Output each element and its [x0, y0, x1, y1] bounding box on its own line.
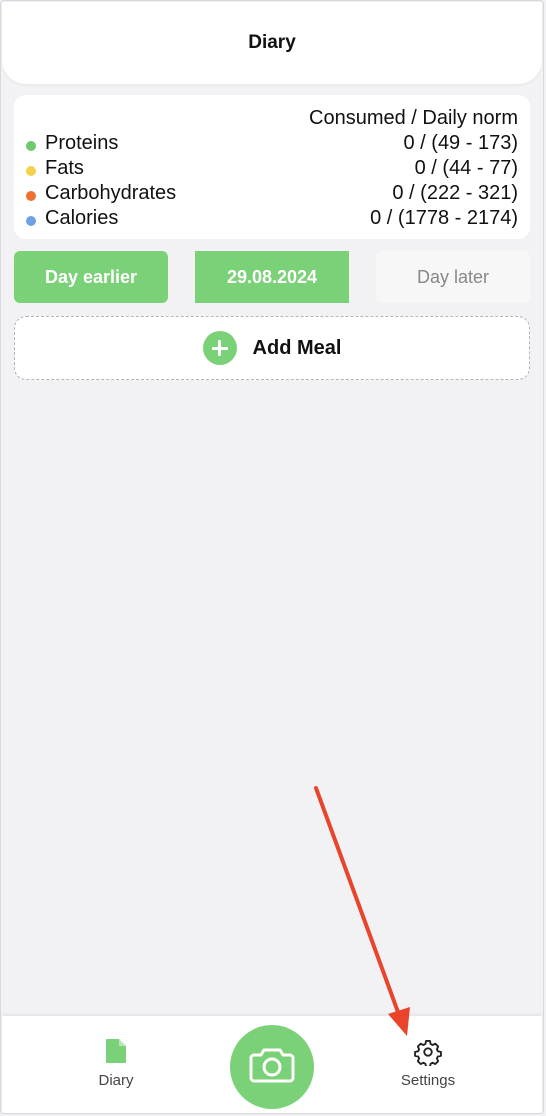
summary-column-header: Consumed / Daily norm [309, 107, 518, 129]
nutrient-label: Proteins [45, 132, 119, 154]
plus-circle-icon [202, 331, 237, 365]
nutrient-label: Carbohydrates [45, 182, 177, 204]
day-later-button[interactable]: Day later [376, 251, 530, 303]
camera-icon [249, 1047, 295, 1088]
current-date-button[interactable]: 29.08.2024 [195, 251, 349, 303]
app-header: Diary [2, 2, 542, 84]
camera-button[interactable] [230, 1025, 314, 1109]
add-meal-label: Add Meal [252, 336, 342, 359]
tab-settings[interactable]: Settings [353, 1016, 503, 1114]
carbohydrates-dot [26, 191, 36, 201]
fats-dot [26, 166, 36, 176]
proteins-dot [26, 141, 36, 151]
nutrition-summary-card: Consumed / Daily norm Proteins 0 / (49 -… [14, 95, 530, 239]
nutrient-row-fats: Fats 0 / (44 - 77) [14, 157, 530, 182]
nutrient-row-proteins: Proteins 0 / (49 - 173) [14, 132, 530, 157]
gear-icon [414, 1038, 442, 1071]
document-icon [105, 1038, 127, 1069]
nutrient-value: 0 / (44 - 77) [414, 157, 518, 179]
calories-dot [26, 216, 36, 226]
nutrient-value: 0 / (222 - 321) [392, 182, 518, 204]
tab-diary[interactable]: Diary [41, 1016, 191, 1114]
nutrient-row-calories: Calories 0 / (1778 - 2174) [14, 207, 530, 232]
tab-diary-label: Diary [98, 1072, 134, 1089]
nutrient-label: Fats [45, 157, 84, 179]
page-title: Diary [248, 32, 296, 53]
nutrient-row-carbohydrates: Carbohydrates 0 / (222 - 321) [14, 182, 530, 207]
nutrient-value: 0 / (49 - 173) [403, 132, 518, 154]
nutrient-label: Calories [45, 207, 119, 229]
day-earlier-button[interactable]: Day earlier [14, 251, 168, 303]
tab-settings-label: Settings [400, 1072, 456, 1089]
add-meal-button[interactable]: Add Meal [14, 316, 530, 380]
nutrient-value: 0 / (1778 - 2174) [370, 207, 518, 229]
